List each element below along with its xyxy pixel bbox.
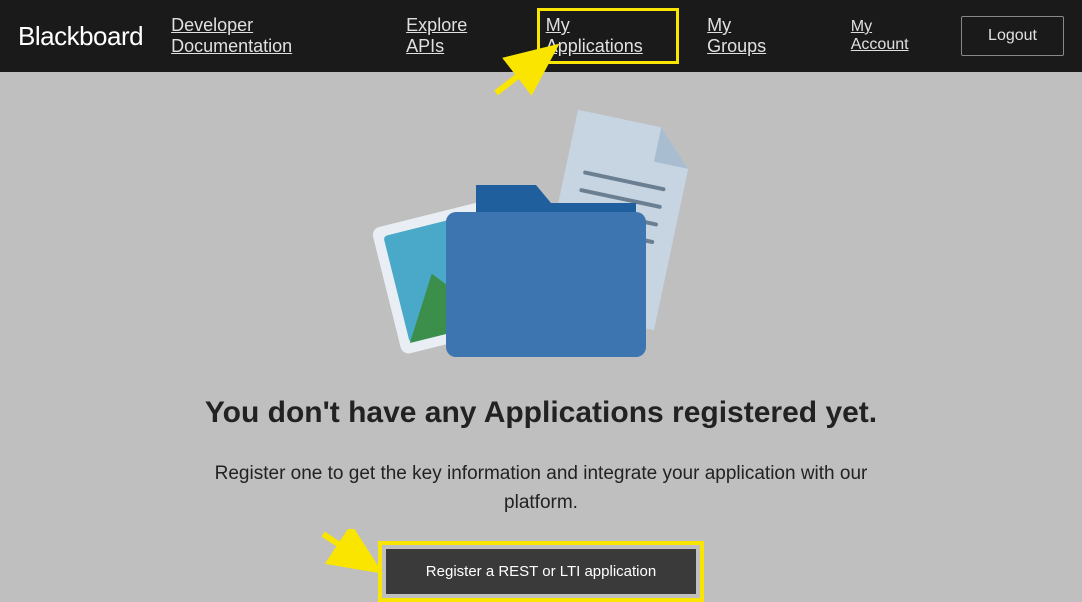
register-button-highlight: Register a REST or LTI application xyxy=(378,541,704,602)
header-bar: Blackboard Developer Documentation Explo… xyxy=(0,0,1082,72)
applications-illustration-icon xyxy=(371,100,711,390)
main-content: You don't have any Applications register… xyxy=(0,72,1082,602)
empty-state-title: You don't have any Applications register… xyxy=(205,396,877,430)
nav-my-account[interactable]: My Account xyxy=(851,18,933,54)
logo: Blackboard xyxy=(18,21,143,52)
register-button-wrap: Register a REST or LTI application xyxy=(378,541,704,602)
nav-my-groups[interactable]: My Groups xyxy=(707,15,795,57)
logout-button[interactable]: Logout xyxy=(961,16,1064,56)
empty-state-body: Register one to get the key information … xyxy=(191,460,891,517)
nav-developer-documentation[interactable]: Developer Documentation xyxy=(171,15,378,57)
nav-my-applications[interactable]: My Applications xyxy=(537,8,679,64)
empty-state-illustration xyxy=(371,100,711,390)
register-application-button[interactable]: Register a REST or LTI application xyxy=(386,549,696,594)
nav-explore-apis[interactable]: Explore APIs xyxy=(406,15,509,57)
